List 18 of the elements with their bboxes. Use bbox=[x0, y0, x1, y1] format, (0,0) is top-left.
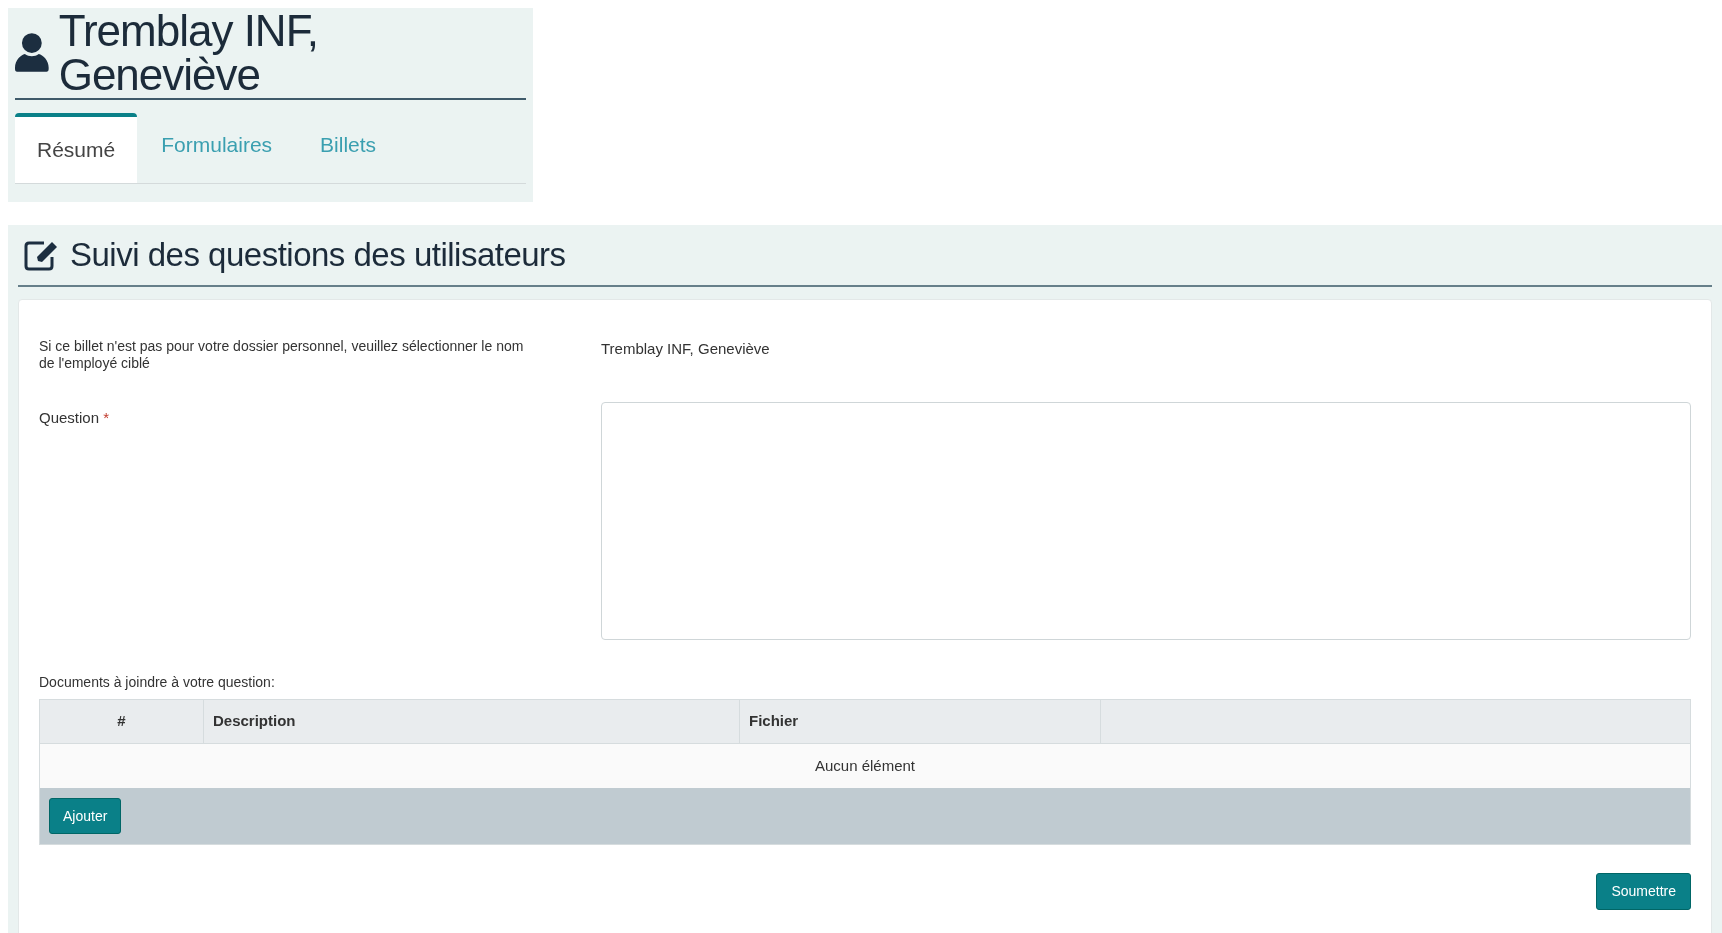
employee-name: Tremblay INF, Geneviève bbox=[601, 339, 770, 359]
question-label: Question * bbox=[39, 408, 111, 428]
edit-icon bbox=[24, 239, 60, 271]
user-icon bbox=[15, 32, 49, 74]
empty-row: Aucun élément bbox=[40, 744, 1690, 788]
tab[interactable]: Billets bbox=[296, 113, 401, 183]
documents-label: Documents à joindre à votre question: bbox=[39, 673, 276, 692]
page-title: Tremblay INF, Geneviève bbox=[58, 9, 319, 97]
add-button[interactable]: Ajouter bbox=[49, 798, 122, 834]
submit-button[interactable]: Soumettre bbox=[1596, 873, 1691, 910]
column-header: Description bbox=[204, 700, 740, 743]
tab[interactable]: Résumé bbox=[15, 113, 138, 183]
section-title: Suivi des questions des utilisateurs bbox=[70, 235, 566, 276]
column-header: Fichier bbox=[740, 700, 1101, 743]
tab[interactable]: Formulaires bbox=[137, 113, 297, 183]
employee-label: Si ce billet n'est pas pour votre dossier personnel, veuillez sélectionner le nom de l'employé ciblé bbox=[39, 338, 525, 372]
question-field[interactable] bbox=[601, 402, 1691, 640]
column-header: # bbox=[40, 700, 204, 743]
